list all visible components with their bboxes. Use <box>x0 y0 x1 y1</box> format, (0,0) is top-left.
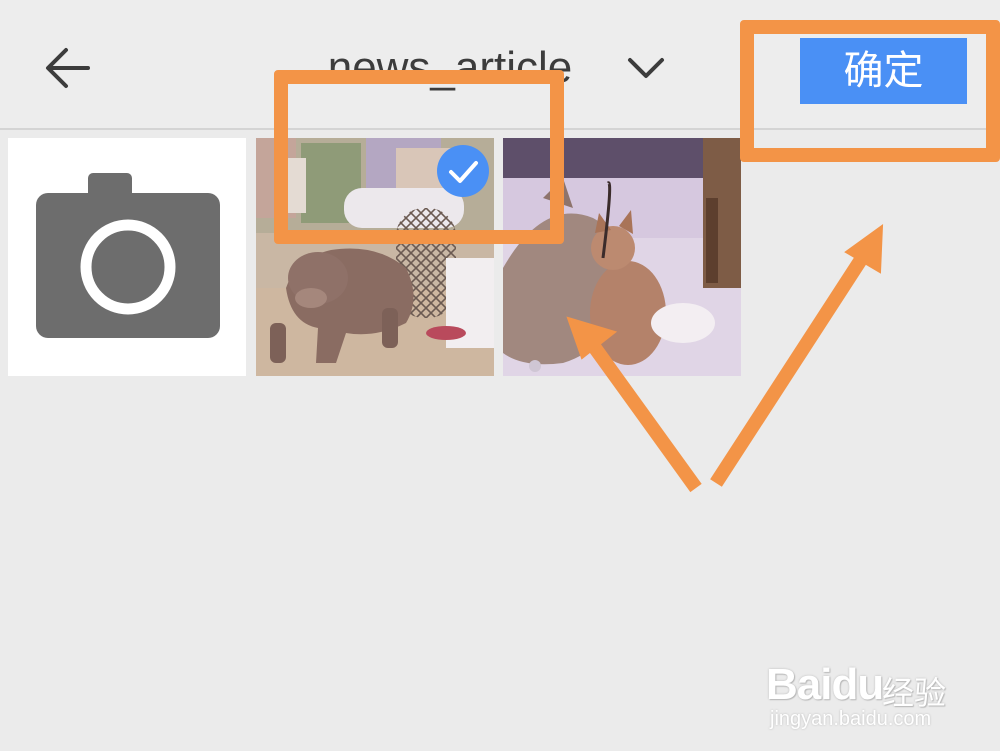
camera-icon <box>36 173 220 338</box>
album-title[interactable]: news_article <box>300 38 600 98</box>
arrow-head-confirm <box>844 223 884 274</box>
cat-photo <box>503 138 741 376</box>
confirm-button[interactable]: 确定 <box>800 38 967 104</box>
chevron-down-icon <box>628 58 664 78</box>
camera-tile[interactable] <box>8 138 246 376</box>
photo-cat-tile[interactable] <box>503 138 741 376</box>
check-icon <box>437 145 489 197</box>
back-button[interactable] <box>40 40 100 96</box>
baidu-watermark: Baidu 经验 jingyan.baidu.com <box>766 642 956 732</box>
selected-check-badge[interactable] <box>436 144 490 198</box>
album-dropdown-button[interactable] <box>620 48 672 88</box>
top-bar: news_article 确定 <box>0 0 1000 130</box>
arrow-left-icon <box>46 48 90 88</box>
watermark-url: jingyan.baidu.com <box>770 708 932 730</box>
watermark-logo: Baidu <box>766 660 884 709</box>
